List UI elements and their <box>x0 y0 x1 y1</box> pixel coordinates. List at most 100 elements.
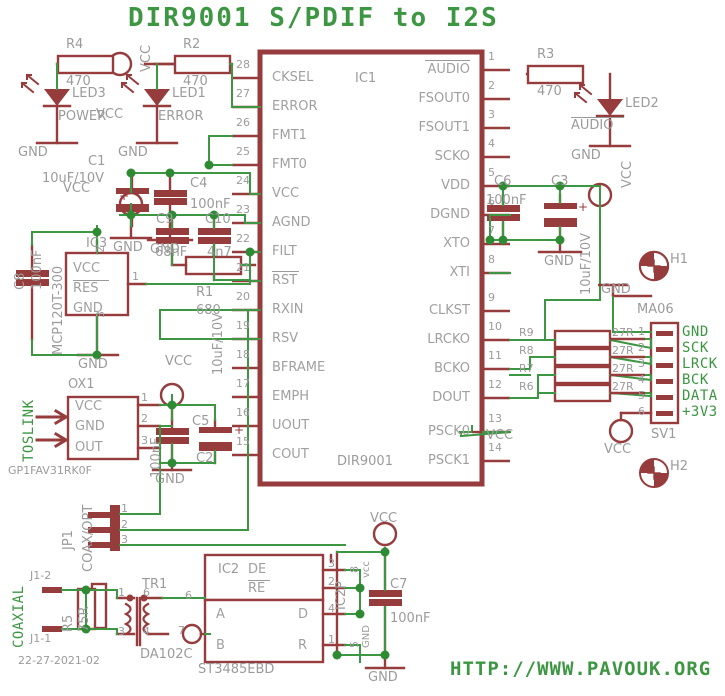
ic1-pinnum-8: 8 <box>488 253 495 266</box>
vcc-label-5: VCC <box>620 160 635 188</box>
ic1-pinnum-7: 7 <box>488 224 495 237</box>
ic2-re-overline <box>248 580 270 581</box>
sv1-pinnum-4: 4 <box>638 373 645 386</box>
ic2p-pin-gnd: GND <box>361 625 372 648</box>
ref-h1: H1 <box>670 252 689 267</box>
ox1-pin-out: OUT <box>75 440 103 455</box>
ic1-pinnum-13: 13 <box>488 412 502 425</box>
gnd-c6: GND <box>155 472 185 487</box>
ic1-pinnum-11: 11 <box>488 349 502 362</box>
ref-r5: R5 <box>61 614 76 632</box>
gnd-c7: GND <box>368 670 398 685</box>
ic1-pinname-dgnd: DGND <box>430 207 470 222</box>
vcc-label-2: VCC <box>96 107 124 122</box>
sv1-gnd-label: GND <box>601 282 631 297</box>
label-led2: AUDIO <box>571 118 614 133</box>
ref-c7: C7 <box>390 577 408 592</box>
ref-ic2: IC2 <box>218 562 240 577</box>
sv1-signal-bck: BCK <box>682 372 709 388</box>
ic1-pinnum-16: 16 <box>236 406 250 419</box>
ref-c2: C3 <box>551 174 569 189</box>
ref-r9: R9 <box>519 326 534 339</box>
sv1-pinnum-1: 1 <box>638 325 645 338</box>
ic1-pinname-dout: DOUT <box>432 390 470 405</box>
page-title: DIR9001 S/PDIF to I2S <box>128 3 499 33</box>
gnd-c2: GND <box>544 254 574 269</box>
ic1-pinname-xto: XTO <box>443 236 470 251</box>
ic1-pinnum-18: 18 <box>236 348 250 361</box>
ic1-pinnum-1: 1 <box>488 50 495 63</box>
label-jp1: COAX/OPT <box>81 504 96 572</box>
tr1-pinnum-4: 4 <box>143 625 150 638</box>
led2-overline <box>571 117 624 118</box>
ref-sv1: SV1 <box>651 427 677 442</box>
ic3-pin-res: RES <box>73 281 99 296</box>
ic1-pinname-bcko: BCKO <box>434 361 470 376</box>
ic1-pinnum-12: 12 <box>488 378 502 391</box>
net-coaxial: COAXIAL <box>11 585 27 648</box>
ic1-pinname-psck0: PSCK0 <box>428 424 470 439</box>
ic3-res-overline <box>73 280 109 281</box>
ref-r2: R2 <box>183 37 201 52</box>
gnd-led2: GND <box>571 148 601 163</box>
ic1-pinnum-5: 5 <box>488 166 495 179</box>
sv1-signal-3v3: +3V3 <box>682 404 718 420</box>
vcc-label-8: VCC <box>370 511 398 526</box>
ic1-pinnum-6: 6 <box>488 195 495 208</box>
ic1-pinname-audio: AUDIO <box>427 62 471 77</box>
value-r3: 470 <box>537 84 562 99</box>
label-j1-2: J1-2 <box>30 569 52 582</box>
value-r5: 75R <box>77 606 92 632</box>
ref-r7: R7 <box>519 362 534 375</box>
value-r8: 27R <box>612 344 634 357</box>
value-r7: 27R <box>612 362 634 375</box>
ic1-pinname-lrcko: LRCKO <box>427 332 470 347</box>
ic1-pinnum-2: 2 <box>488 79 495 92</box>
value-c2: 10uF/10V <box>579 232 594 295</box>
value-r6: 27R <box>612 380 634 393</box>
jp1-pinnum-3: 3 <box>121 533 128 546</box>
ic2-pin-a: A <box>216 607 225 622</box>
ic1-pinnum-20: 20 <box>236 290 250 303</box>
sv1-signal-lrck: LRCK <box>682 356 718 372</box>
ic2-pin-b: B <box>216 638 225 653</box>
ref-r6: R6 <box>519 380 534 393</box>
vcc-label-7: VCC <box>604 442 632 457</box>
ic1-pinnum-10: 10 <box>488 320 502 333</box>
device-ic2: ST3485EBD <box>198 662 275 677</box>
ic2p-pinnum-5: 5 <box>348 641 361 648</box>
sv1-pinnum-6: 6 <box>638 405 645 418</box>
ic1-pinname-xti: XTI <box>449 265 470 280</box>
ref-r4: R4 <box>66 37 84 52</box>
device-tr1: DA102C <box>140 647 193 662</box>
ref-r1: R1 <box>196 285 214 300</box>
label-j1-1: J1-1 <box>30 632 52 645</box>
tr1-pinnum-6: 6 <box>143 586 150 599</box>
ic1-pinname-psck1: PSCK1 <box>428 453 470 468</box>
ic1-pinnum-9: 9 <box>488 291 495 304</box>
ic2-pin-re: RE <box>248 581 266 596</box>
jp1-pinnum-1: 1 <box>121 502 128 515</box>
value-c7: 100nF <box>390 611 431 626</box>
ic2-pin-de: DE <box>248 562 267 577</box>
ref-ox1: OX1 <box>68 377 95 392</box>
ic1-pinname-vdd: VDD <box>441 178 470 193</box>
ref-c5: C6 <box>494 174 512 189</box>
ic2-pinnum-3: 3 <box>328 557 335 570</box>
ref-led2: LED2 <box>625 96 659 111</box>
ic1-pinnum-14: 14 <box>488 441 502 454</box>
sv1-signal-data: DATA <box>682 388 718 404</box>
ref-ic2p: IC2P <box>334 580 349 610</box>
ref-r3: R3 <box>537 47 555 62</box>
ic1-pinname-clkst: CLKST <box>428 303 470 318</box>
device-sv1: MA06 <box>637 302 674 317</box>
ref-jp1: JP1 <box>61 530 76 550</box>
ic1-pinnum-3: 3 <box>488 108 495 121</box>
ref-h2: H2 <box>670 459 689 474</box>
ic2p-pin-vcc: vcc <box>361 561 372 578</box>
tr1-pinnum-3: 3 <box>118 625 125 638</box>
ic2-pin-r: R <box>298 638 308 653</box>
ref-r8: R8 <box>519 344 534 357</box>
ic1-pinnum-19: 19 <box>236 319 250 332</box>
ic1-pinname-fsout1: FSOUT1 <box>418 120 470 135</box>
